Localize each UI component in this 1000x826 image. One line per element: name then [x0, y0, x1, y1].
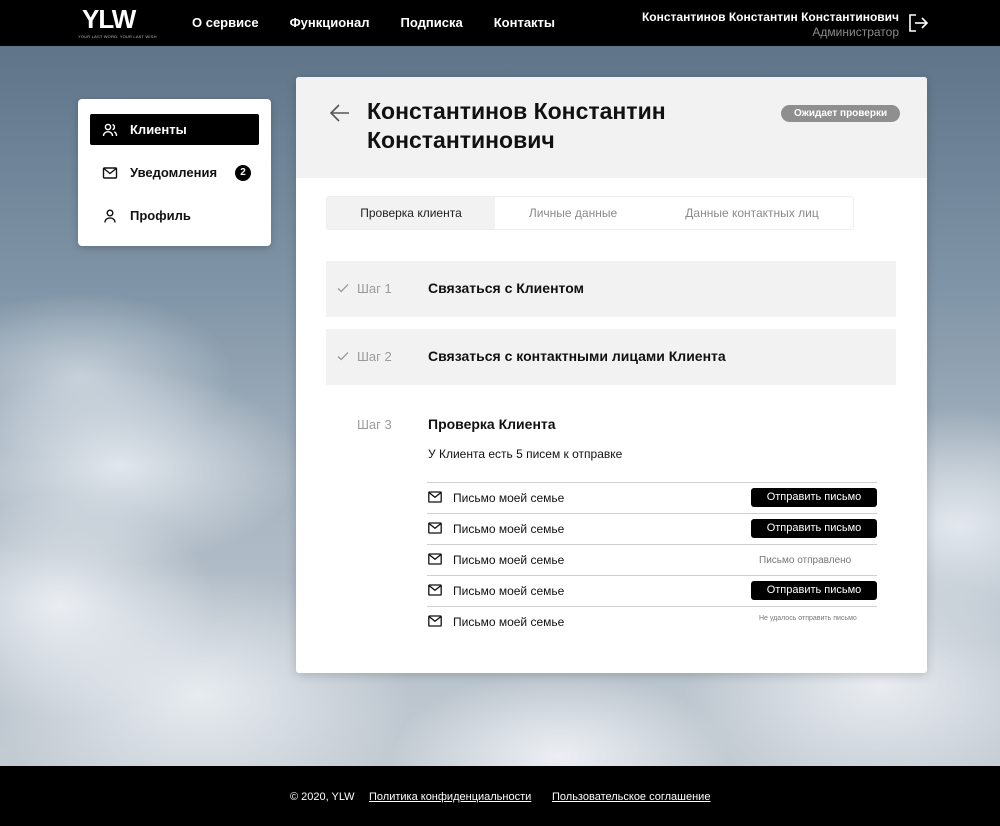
- client-name-title: Константинов Константин Константинович: [367, 98, 666, 153]
- step-2[interactable]: Шаг 2 Связаться с контактными лицами Кли…: [326, 329, 896, 385]
- envelope-icon: [428, 584, 442, 596]
- envelope-icon: [428, 553, 442, 565]
- step-title: Проверка Клиента: [428, 416, 556, 432]
- step-1[interactable]: Шаг 1 Связаться с Клиентом: [326, 261, 896, 317]
- step-3: Шаг 3 Проверка Клиента: [326, 397, 896, 453]
- notification-count-badge: 2: [235, 165, 251, 181]
- footer: © 2020, YLW Политика конфиденциальности …: [0, 766, 1000, 826]
- envelope-icon: [428, 522, 442, 534]
- logo[interactable]: YLW YOUR LAST WORD. YOUR LAST WISH: [78, 5, 156, 41]
- user-icon: [104, 209, 116, 223]
- letter-failed-status: Не удалось отправить письмо: [759, 615, 857, 622]
- letter-row: Письмо моей семье Отправить письмо: [427, 575, 877, 606]
- letter-name: Письмо моей семье: [453, 522, 565, 536]
- logo-mark: YLW: [82, 4, 136, 34]
- nav-contacts[interactable]: Контакты: [494, 15, 555, 31]
- letter-row: Письмо моей семье Отправить письмо: [427, 482, 877, 513]
- step-number: Шаг 3: [357, 417, 392, 432]
- letter-row: Письмо моей семье Отправить письмо: [427, 513, 877, 544]
- user-role: Администратор: [812, 25, 899, 39]
- envelope-icon: [428, 491, 442, 503]
- tab-contact-persons[interactable]: Данные контактных лиц: [651, 197, 853, 229]
- client-tabs: Проверка клиента Личные данные Данные ко…: [326, 196, 854, 230]
- sidebar-item-label: Уведомления: [130, 165, 218, 180]
- letter-name: Письмо моей семье: [453, 491, 565, 505]
- letter-row: Письмо моей семье Письмо отправлено: [427, 544, 877, 575]
- client-card: Константинов Константин Константинович О…: [296, 77, 927, 673]
- step-title: Связаться с контактными лицами Клиента: [428, 348, 726, 364]
- letter-sent-status: Письмо отправлено: [759, 555, 852, 566]
- mail-icon: [102, 166, 118, 179]
- check-icon: [337, 284, 349, 293]
- user-agreement-link[interactable]: Пользовательское соглашение: [552, 790, 710, 804]
- send-letter-button[interactable]: Отправить письмо: [751, 581, 877, 600]
- nav-features[interactable]: Функционал: [290, 15, 370, 31]
- privacy-policy-link[interactable]: Политика конфиденциальности: [369, 790, 531, 804]
- nav-subscription[interactable]: Подписка: [401, 15, 463, 31]
- step-title: Связаться с Клиентом: [428, 280, 584, 296]
- step-number: Шаг 1: [357, 281, 392, 296]
- sidebar-item-label: Клиенты: [130, 122, 187, 137]
- main-nav: О сервисе Функционал Подписка Контакты: [192, 15, 586, 31]
- letters-list: Письмо моей семье Отправить письмо Письм…: [427, 482, 877, 637]
- envelope-icon: [428, 615, 442, 627]
- letter-row: Письмо моей семье Не удалось отправить п…: [427, 606, 877, 637]
- letter-name: Письмо моей семье: [453, 553, 565, 567]
- user-info: Константинов Константин Константинович А…: [642, 10, 899, 39]
- send-letter-button[interactable]: Отправить письмо: [751, 519, 877, 538]
- tab-personal-data[interactable]: Личные данные: [495, 197, 651, 229]
- sidebar: Клиенты Уведомления 2 Профиль: [78, 99, 271, 246]
- letters-count-text: У Клиента есть 5 писем к отправке: [428, 447, 623, 461]
- sidebar-item-clients[interactable]: Клиенты: [90, 114, 259, 145]
- logout-icon[interactable]: [907, 13, 929, 33]
- top-bar: YLW YOUR LAST WORD. YOUR LAST WISH О сер…: [0, 0, 1000, 46]
- send-letter-button[interactable]: Отправить письмо: [751, 488, 877, 507]
- card-header: Константинов Константин Константинович О…: [296, 77, 927, 178]
- sidebar-item-notifications[interactable]: Уведомления 2: [90, 157, 259, 188]
- nav-about[interactable]: О сервисе: [192, 15, 259, 31]
- users-icon: [102, 123, 118, 136]
- letter-name: Письмо моей семье: [453, 584, 565, 598]
- logo-tagline: YOUR LAST WORD. YOUR LAST WISH: [78, 34, 157, 39]
- back-arrow-icon[interactable]: [329, 102, 351, 124]
- letter-name: Письмо моей семье: [453, 615, 565, 629]
- tab-client-check[interactable]: Проверка клиента: [327, 197, 495, 229]
- step-number: Шаг 2: [357, 349, 392, 364]
- check-icon: [337, 352, 349, 361]
- sidebar-item-profile[interactable]: Профиль: [90, 200, 259, 231]
- sidebar-item-label: Профиль: [130, 208, 191, 223]
- user-name: Константинов Константин Константинович: [641, 10, 899, 24]
- status-badge: Ожидает проверки: [781, 105, 901, 122]
- copyright: © 2020, YLW: [290, 791, 355, 803]
